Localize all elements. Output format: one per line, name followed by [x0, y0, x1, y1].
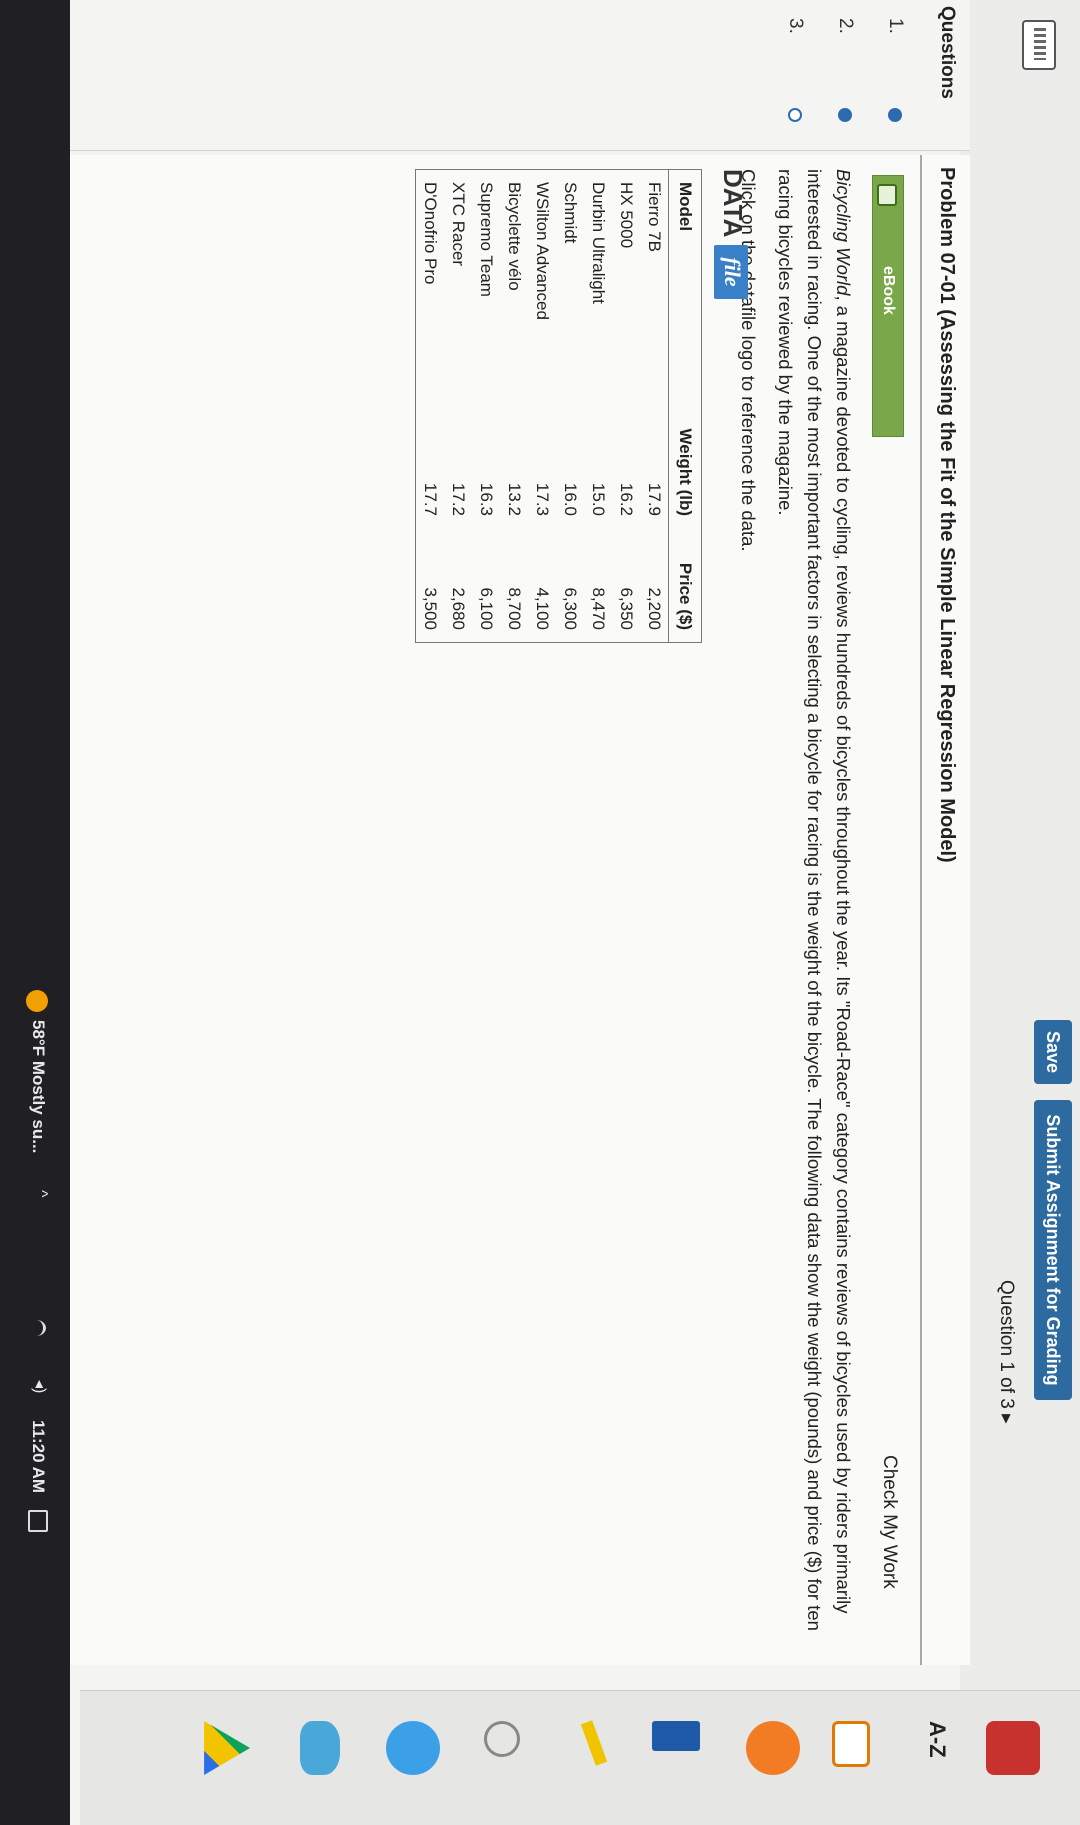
model-cell: Supremo Team: [477, 182, 496, 297]
price-cell: 8,470: [589, 587, 608, 630]
keyboard-icon[interactable]: [1022, 20, 1056, 70]
ebook-label: eBook: [880, 266, 897, 315]
weight-cell: 16.0: [561, 482, 580, 516]
az-glossary-button[interactable]: A-Z: [896, 1721, 950, 1775]
problem-panel: Problem 07-01 (Assessing the Fit of the …: [70, 155, 970, 1665]
answered-dot-icon: [838, 108, 852, 122]
datafile-word: DATA: [718, 169, 748, 238]
app-logo-icon[interactable]: [986, 1721, 1040, 1775]
model-cell: Fierro 7B: [645, 182, 664, 252]
price-cell: 8,700: [505, 587, 524, 630]
ebook-button[interactable]: eBook: [872, 175, 904, 437]
table-row: D'Onofrio Pro 17.7 3,500: [416, 170, 445, 643]
price-cell: 4,100: [533, 587, 552, 630]
notebook-icon[interactable]: [832, 1721, 870, 1767]
question-number: 2.: [835, 18, 856, 34]
weight-cell: 16.3: [477, 482, 496, 516]
price-cell: 2,680: [449, 587, 468, 630]
table-row: XTC Racer 17.2 2,680: [444, 170, 472, 643]
screen: Save Submit Assignment for Grading Quest…: [0, 0, 1080, 1825]
table-row: Supremo Team 16.3 6,100: [472, 170, 500, 643]
question-nav: Questions 1. 2. 3.: [70, 0, 970, 151]
price-cell: 2,200: [645, 587, 664, 630]
price-cell: 6,300: [561, 587, 580, 630]
clock[interactable]: 11:20 AM: [28, 1420, 48, 1493]
question-nav-item-2[interactable]: 2.: [824, 10, 864, 140]
chevron-up-icon[interactable]: ^: [33, 1190, 50, 1198]
column-header-price: Price ($): [668, 528, 702, 643]
problem-title: Problem 07-01 (Assessing the Fit of the …: [936, 167, 958, 863]
table-row: Bicyclette vélo 13.2 8,700: [500, 170, 528, 643]
model-cell: Durbin Ultralight: [589, 182, 608, 304]
app-circle-icon[interactable]: [386, 1721, 440, 1775]
divider: [920, 155, 922, 1665]
intro-text: , a magazine devoted to cycling, reviews…: [775, 169, 854, 1631]
model-cell: D'Onofrio Pro: [421, 182, 440, 285]
unanswered-dot-icon: [788, 108, 802, 122]
volume-icon[interactable]: ◂): [31, 1380, 50, 1393]
price-cell: 6,350: [617, 587, 636, 630]
weather-status[interactable]: 58°F Mostly su...: [28, 1020, 48, 1153]
weight-cell: 17.3: [533, 482, 552, 516]
price-cell: 3,500: [421, 587, 440, 630]
magazine-name: Bicycling World: [833, 169, 854, 296]
datafile-instruction: Click on the datafile logo to reference …: [738, 169, 759, 552]
highlighter-icon[interactable]: [580, 1720, 608, 1766]
weather-sun-icon: [26, 990, 48, 1012]
answered-dot-icon: [888, 108, 902, 122]
table-row: Fierro 7B 17.9 2,200: [640, 170, 669, 643]
submit-assignment-button[interactable]: Submit Assignment for Grading: [1034, 1100, 1072, 1400]
question-number: 3.: [785, 18, 806, 34]
notification-icon[interactable]: [28, 1510, 48, 1532]
problem-text: Bicycling World, a magazine devoted to c…: [726, 169, 858, 1649]
column-header-weight: Weight (lb): [668, 394, 702, 528]
question-nav-item-3[interactable]: 3.: [774, 10, 814, 140]
drive-icon[interactable]: [196, 1721, 250, 1775]
timer-icon[interactable]: [746, 1721, 800, 1775]
weight-cell: 16.2: [617, 482, 636, 516]
question-nav-item-1[interactable]: 1.: [874, 10, 914, 140]
wifi-icon[interactable]: [27, 1320, 46, 1336]
model-cell: HX 5000: [617, 182, 636, 249]
model-cell: Schmidt: [561, 182, 580, 244]
table-row: Schmidt 16.0 6,300: [556, 170, 584, 643]
book-icon: [877, 184, 897, 206]
table-row: HX 5000 16.2 6,350: [612, 170, 640, 643]
book-icon[interactable]: [652, 1721, 700, 1751]
column-header-model: Model: [668, 169, 702, 394]
question-number: 1.: [885, 18, 906, 34]
price-cell: 6,100: [477, 587, 496, 630]
cloud-icon[interactable]: [300, 1721, 340, 1775]
weight-cell: 15.0: [589, 482, 608, 516]
intro-paragraph: Bicycling World, a magazine devoted to c…: [771, 169, 858, 1649]
weight-cell: 17.2: [449, 482, 468, 516]
save-button[interactable]: Save: [1034, 1020, 1072, 1084]
weight-cell: 13.2: [505, 482, 524, 516]
model-cell: XTC Racer: [449, 182, 468, 267]
check-my-work-link[interactable]: Check My Work: [878, 1455, 900, 1589]
top-bar: Save Submit Assignment for Grading Quest…: [960, 0, 1080, 1825]
model-cell: Bicyclette vélo: [505, 182, 524, 291]
tool-rail: A-Z: [80, 1690, 1080, 1825]
table-header-row: Model Weight (lb) Price ($): [668, 169, 702, 643]
audio-icon[interactable]: [484, 1721, 520, 1757]
taskbar: 58°F Mostly su... ^ ◂) 11:20 AM: [0, 0, 70, 1825]
table-row: WSilton Advanced 17.3 4,100: [528, 170, 556, 643]
questions-heading: Questions: [937, 6, 958, 99]
question-counter[interactable]: Question 1 of 3 ▸: [995, 1280, 1018, 1424]
weight-cell: 17.7: [421, 482, 440, 516]
table-row: Durbin Ultralight 15.0 8,470: [584, 170, 612, 643]
weight-cell: 17.9: [645, 482, 664, 516]
model-cell: WSilton Advanced: [533, 182, 552, 320]
datafile-badge: file: [714, 245, 748, 299]
bicycle-data-table: Model Weight (lb) Price ($) Fierro 7B 17.…: [415, 169, 702, 643]
